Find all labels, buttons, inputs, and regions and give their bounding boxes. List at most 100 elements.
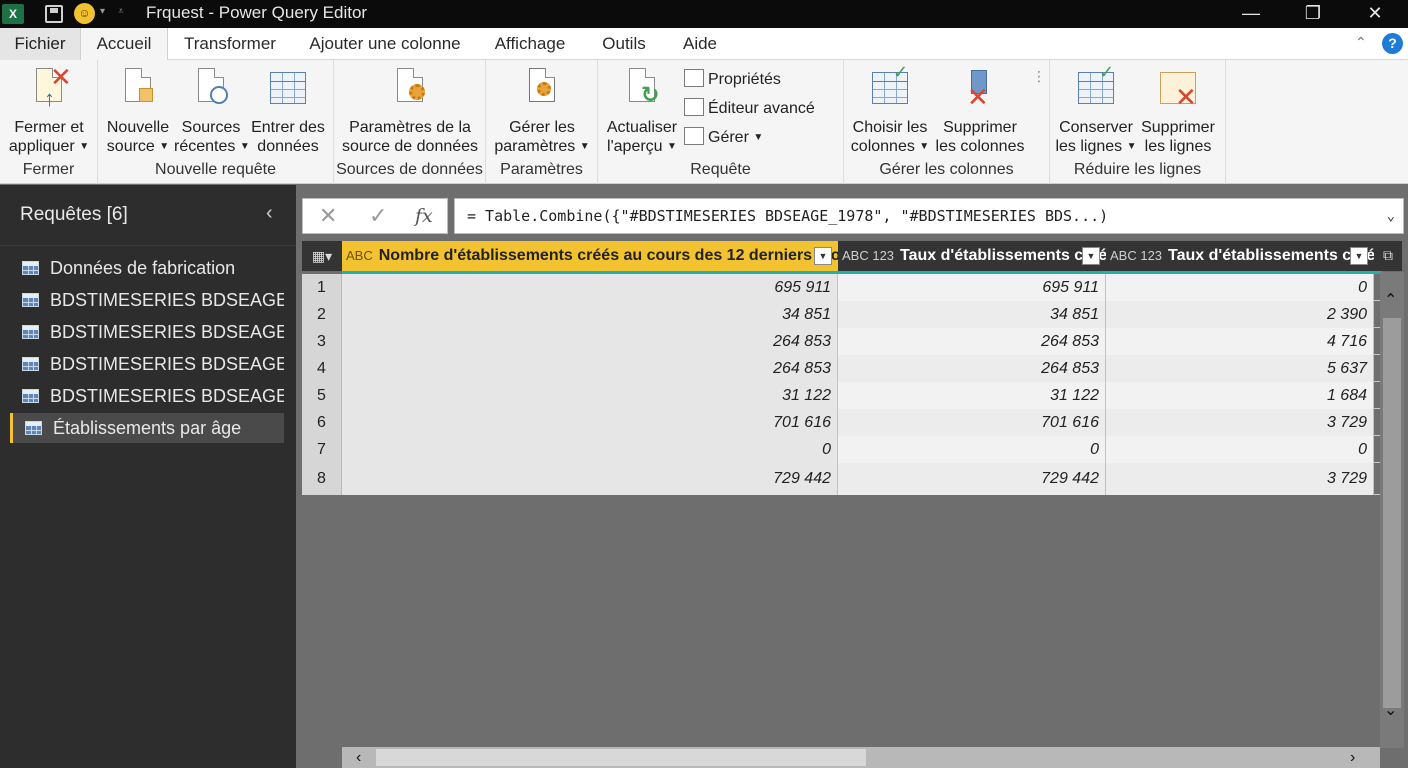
table-cell[interactable]: 2 390 <box>1106 301 1374 328</box>
confirm-check-icon[interactable]: ✓ <box>369 203 387 229</box>
tab-aide[interactable]: Aide <box>672 28 728 60</box>
more-options-icon[interactable]: ⋮ <box>1032 68 1046 85</box>
table-cell[interactable]: 31 122 <box>342 382 838 409</box>
scrollbar-thumb[interactable] <box>1383 318 1401 708</box>
scroll-right-icon[interactable]: › <box>1350 747 1355 768</box>
close-button[interactable]: ✕ <box>1352 0 1398 28</box>
column-header[interactable]: ABC 123 Taux d'établissements créé... ▼ <box>1106 241 1374 271</box>
table-cell[interactable]: 695 911 <box>838 274 1106 301</box>
tab-affichage[interactable]: Affichage <box>484 28 576 60</box>
table-cell[interactable]: 729 442 <box>838 463 1106 495</box>
table-cell[interactable]: 264 853 <box>342 328 838 355</box>
tab-fichier[interactable]: Fichier <box>0 28 80 60</box>
tab-outils[interactable]: Outils <box>592 28 656 60</box>
column-header[interactable]: ABC 123 Taux d'établissements créé... ▼ <box>838 241 1106 271</box>
tab-ajouter-colonne[interactable]: Ajouter une colonne <box>296 28 474 60</box>
sources-recentes-button[interactable]: Sources récentes ▼ <box>174 66 250 156</box>
table-cell[interactable]: 0 <box>838 436 1106 463</box>
table-cell[interactable]: 31 122 <box>838 382 1106 409</box>
table-cell[interactable]: 0 <box>342 436 838 463</box>
table-cell[interactable]: 0 <box>1106 274 1374 301</box>
filter-dropdown-icon[interactable]: ▼ <box>814 247 832 265</box>
table-cell[interactable]: 701 616 <box>342 409 838 436</box>
column-header-label: Nombre d'établissements créés au cours d… <box>378 247 838 264</box>
table-cell[interactable]: 264 853 <box>342 355 838 382</box>
fermer-appliquer-button[interactable]: ✕ ↑ Fermer et appliquer ▼ <box>4 64 94 156</box>
scrollbar-thumb[interactable] <box>376 749 866 766</box>
table-cell[interactable]: 34 851 <box>342 301 838 328</box>
formula-buttons: ✕ ✓ fx <box>302 198 448 234</box>
table-cell[interactable]: 5 637 <box>1106 355 1374 382</box>
table-cell[interactable]: 34 851 <box>838 301 1106 328</box>
expand-chevron-down-icon[interactable]: ⌄ <box>1387 199 1395 233</box>
table-cell[interactable]: 1 684 <box>1106 382 1374 409</box>
expand-column-icon[interactable]: ⧉ <box>1374 241 1402 271</box>
table-cell[interactable]: 701 616 <box>838 409 1106 436</box>
divider <box>0 245 296 246</box>
query-item[interactable]: BDSTIMESERIES BDSEAGE_1... <box>10 381 284 411</box>
vertical-scrollbar[interactable]: ⌃ ⌄ <box>1380 272 1404 748</box>
query-item[interactable]: Données de fabrication <box>10 253 284 283</box>
gerer-button[interactable]: Gérer ▼ <box>684 126 763 150</box>
choisir-colonnes-button[interactable]: ✓ Choisir les colonnes ▼ <box>848 62 932 156</box>
query-item[interactable]: BDSTIMESERIES BDSEAGE_1... <box>10 349 284 379</box>
help-icon[interactable]: ? <box>1382 33 1403 54</box>
table-cell[interactable]: 695 911 <box>342 274 838 301</box>
minimize-button[interactable]: — <box>1228 0 1274 28</box>
table-cell[interactable]: 3 729 <box>1106 409 1374 436</box>
gerer-parametres-button[interactable]: Gérer les paramètres ▼ <box>490 66 594 156</box>
table-row: 1 695 911 695 911 0 <box>302 274 1382 301</box>
editeur-avance-button[interactable]: Éditeur avancé <box>684 97 815 121</box>
scroll-up-icon[interactable]: ⌃ <box>1384 290 1397 310</box>
proprietes-button[interactable]: Propriétés <box>684 68 781 92</box>
data-source-settings-icon <box>389 68 431 114</box>
query-label: Établissements par âge <box>53 418 242 438</box>
group-gerer-colonnes: ✓ Choisir les colonnes ▼ ✕ Supprimer les… <box>844 60 1050 184</box>
query-label: BDSTIMESERIES BDSEAGE_1... <box>50 386 284 406</box>
filter-dropdown-icon[interactable]: ▼ <box>1082 247 1100 265</box>
refresh-preview-icon: ↻ <box>621 68 663 114</box>
excel-icon[interactable]: X <box>2 4 24 24</box>
query-item-selected[interactable]: Établissements par âge <box>10 413 284 443</box>
table-menu-icon[interactable]: ▦▾ <box>302 241 342 271</box>
chevron-down-icon[interactable]: ▾ <box>100 6 105 17</box>
scroll-down-icon[interactable]: ⌄ <box>1384 700 1397 720</box>
collapse-pane-icon[interactable]: ‹ <box>266 202 273 225</box>
restore-button[interactable]: ❐ <box>1290 0 1336 28</box>
entrer-donnees-button[interactable]: Entrer des données <box>248 66 328 156</box>
function-fx-icon[interactable]: fx <box>415 205 433 227</box>
conserver-lignes-button[interactable]: ✓ Conserver les lignes ▼ <box>1054 62 1138 156</box>
table-cell[interactable]: 264 853 <box>838 355 1106 382</box>
table-row: 5 31 122 31 122 1 684 <box>302 382 1382 409</box>
formula-text: = Table.Combine({"#BDSTIMESERIES BDSEAGE… <box>467 207 1109 225</box>
table-cell[interactable]: 264 853 <box>838 328 1106 355</box>
parametres-source-button[interactable]: Paramètres de la source de données <box>336 66 484 156</box>
cancel-icon[interactable]: ✕ <box>319 203 337 229</box>
table-cell[interactable]: 4 716 <box>1106 328 1374 355</box>
filter-dropdown-icon[interactable]: ▼ <box>1350 247 1368 265</box>
customize-toolbar-icon[interactable]: ⩡ <box>118 6 124 17</box>
row-number: 1 <box>302 274 342 301</box>
scroll-left-icon[interactable]: ‹ <box>356 747 361 768</box>
supprimer-lignes-button[interactable]: ✕ Supprimer les lignes <box>1138 66 1218 156</box>
table-cell[interactable]: 0 <box>1106 436 1374 463</box>
query-item[interactable]: BDSTIMESERIES BDSEAGE_1... <box>10 317 284 347</box>
choisir-colonnes-label-1: Choisir les <box>852 119 928 136</box>
actualiser-apercu-button[interactable]: ↻ Actualiser l'aperçu ▼ <box>602 66 682 156</box>
tab-transformer[interactable]: Transformer <box>172 28 288 60</box>
supprimer-colonnes-button[interactable]: ✕ Supprimer les colonnes <box>932 66 1028 156</box>
horizontal-scrollbar[interactable]: ‹ › <box>342 747 1380 768</box>
collapse-ribbon-icon[interactable]: ⌃ <box>1355 34 1367 51</box>
table-row: 2 34 851 34 851 2 390 <box>302 301 1382 328</box>
formula-input[interactable]: = Table.Combine({"#BDSTIMESERIES BDSEAGE… <box>454 198 1404 234</box>
column-header[interactable]: ABC Nombre d'établissements créés au cour… <box>342 241 838 271</box>
feedback-smiley-icon[interactable]: ☺ <box>74 3 95 24</box>
table-cell[interactable]: 3 729 <box>1106 463 1374 495</box>
chevron-down-icon: ▼ <box>1126 141 1137 152</box>
type-any-icon: ABC 123 <box>842 248 895 263</box>
query-item[interactable]: BDSTIMESERIES BDSEAGE_1... <box>10 285 284 315</box>
table-cell[interactable]: 729 442 <box>342 463 838 495</box>
tab-accueil[interactable]: Accueil <box>80 28 168 61</box>
save-icon[interactable] <box>45 5 63 23</box>
nouvelle-source-button[interactable]: Nouvelle source ▼ <box>104 66 172 156</box>
